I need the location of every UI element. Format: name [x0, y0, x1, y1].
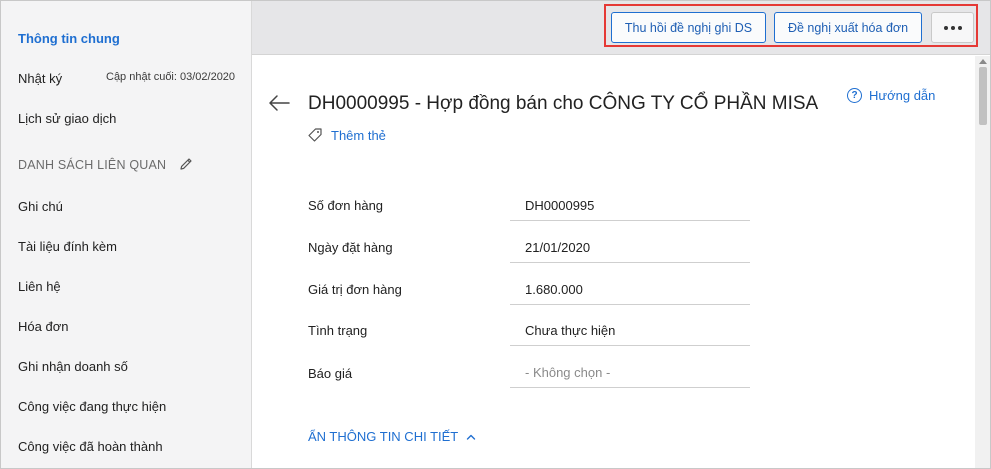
- chevron-up-icon: [467, 434, 476, 440]
- tag-icon: [308, 128, 322, 142]
- sidebar-item-notes[interactable]: Ghi chú: [18, 199, 63, 214]
- sidebar-item-tasks-completed[interactable]: Công việc đã hoàn thành: [18, 439, 163, 454]
- help-link[interactable]: ? Hướng dẫn: [847, 88, 935, 103]
- order-date-label: Ngày đặt hàng: [308, 240, 393, 255]
- sidebar-item-log[interactable]: Nhật ký: [18, 71, 62, 86]
- sidebar: Thông tin chung Nhật ký Cập nhật cuối: 0…: [1, 1, 252, 468]
- scroll-up-arrow-icon[interactable]: [979, 59, 987, 64]
- sidebar-item-transaction-history[interactable]: Lịch sử giao dịch: [18, 111, 116, 126]
- scrollbar-thumb[interactable]: [979, 67, 987, 125]
- sidebar-item-contacts[interactable]: Liên hệ: [18, 279, 61, 294]
- invoice-request-button[interactable]: Đề nghị xuất hóa đơn: [774, 12, 922, 43]
- help-circle-icon: ?: [847, 88, 862, 103]
- help-label: Hướng dẫn: [869, 88, 936, 103]
- order-date-field[interactable]: 21/01/2020: [510, 233, 750, 263]
- order-value-label: Giá trị đơn hàng: [308, 282, 402, 297]
- order-number-field[interactable]: DH0000995: [510, 191, 750, 221]
- sidebar-item-attachments[interactable]: Tài liệu đính kèm: [18, 239, 117, 254]
- more-horizontal-icon: [943, 25, 962, 30]
- pencil-icon[interactable]: [178, 156, 194, 172]
- status-field[interactable]: Chưa thực hiện: [510, 316, 750, 346]
- revoke-sales-request-button[interactable]: Thu hồi đề nghị ghi DS: [611, 12, 766, 43]
- add-tag-link[interactable]: Thêm thẻ: [307, 127, 386, 143]
- quotation-select[interactable]: - Không chọn -: [510, 358, 750, 388]
- hide-details-toggle[interactable]: ẨN THÔNG TIN CHI TIẾT: [308, 429, 476, 444]
- status-label: Tình trạng: [308, 323, 368, 338]
- related-list-heading: DANH SÁCH LIÊN QUAN: [18, 158, 167, 172]
- page-title: DH0000995 - Hợp đồng bán cho CÔNG TY CỔ …: [308, 93, 819, 114]
- last-updated-text: Cập nhật cuối: 03/02/2020: [106, 71, 236, 83]
- quotation-label: Báo giá: [308, 366, 353, 381]
- sidebar-item-sales-records[interactable]: Ghi nhận doanh số: [18, 359, 128, 374]
- app-window: Thông tin chung Nhật ký Cập nhật cuối: 0…: [0, 0, 991, 469]
- back-arrow-icon[interactable]: [267, 93, 291, 113]
- add-tag-label: Thêm thẻ: [331, 127, 386, 143]
- more-options-button[interactable]: [931, 12, 974, 43]
- sidebar-item-general-info[interactable]: Thông tin chung: [18, 31, 120, 46]
- order-number-label: Số đơn hàng: [308, 198, 384, 213]
- sidebar-item-tasks-in-progress[interactable]: Công việc đang thực hiện: [18, 399, 166, 414]
- hide-details-label: ẨN THÔNG TIN CHI TIẾT: [308, 429, 459, 444]
- order-value-field[interactable]: 1.680.000: [510, 275, 750, 305]
- sidebar-item-invoices[interactable]: Hóa đơn: [18, 319, 68, 334]
